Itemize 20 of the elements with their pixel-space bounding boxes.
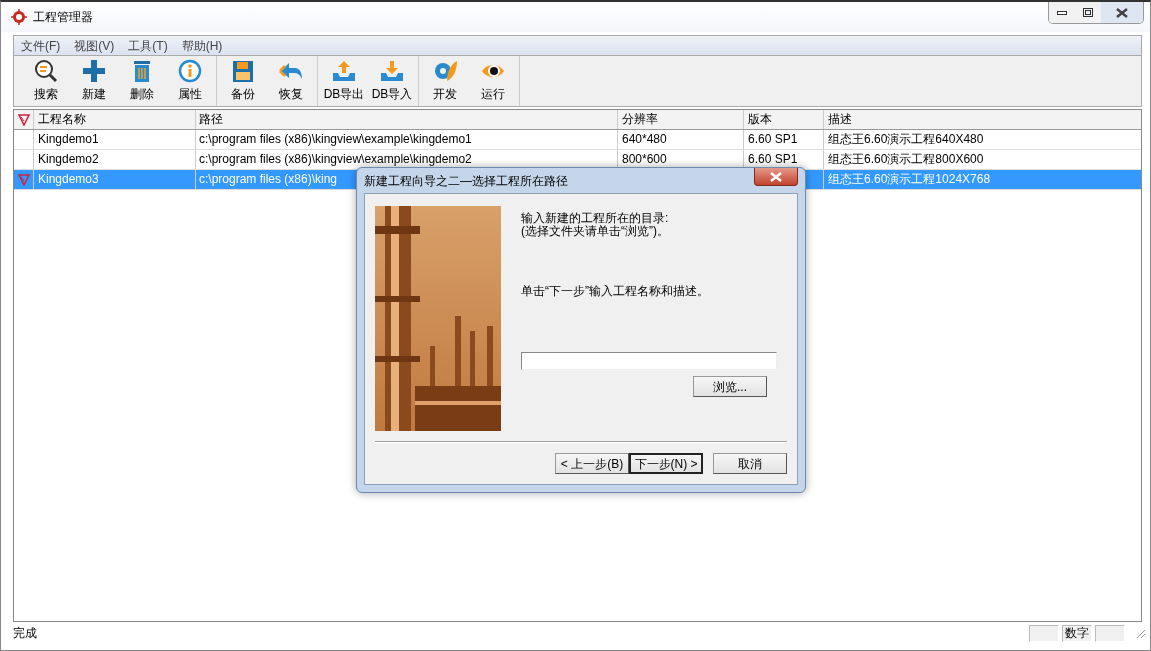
table-cell: 640*480 <box>622 132 667 146</box>
table-cell: 组态王6.60演示工程1024X768 <box>828 172 991 186</box>
table-cell: c:\program files (x86)\king <box>199 172 338 186</box>
status-text: 完成 <box>13 625 37 642</box>
status-panel: 数字 <box>1062 624 1092 642</box>
table-cell: 6.60 SP1 <box>748 132 798 146</box>
hint-text: 单击“下一步”输入工程名称和描述。 <box>521 283 710 300</box>
table-cell: 6.60 SP1 <box>748 152 798 166</box>
table-cell: c:\program files (x86)\kingview\example\kingdemo2 <box>199 152 472 166</box>
table-cell: Kingdemo1 <box>38 132 99 146</box>
dialog-title: 新建工程向导之二—选择工程所在路径 <box>364 172 568 190</box>
table-cell: Kingdemo3 <box>38 172 99 186</box>
table-cell: 组态王6.60演示工程640X480 <box>828 132 984 146</box>
table-cell: 800*600 <box>622 152 667 166</box>
prompt-text: 输入新建的工程所在的目录: <box>521 212 670 225</box>
table-cell: Kingdemo2 <box>38 152 99 166</box>
prompt-text: (选择文件夹请单击“浏览”)。 <box>521 225 670 238</box>
table-cell: c:\program files (x86)\kingview\example\kingdemo1 <box>199 132 472 146</box>
window-title: 工程管理器 <box>33 9 93 26</box>
table-cell: 组态王6.60演示工程800X600 <box>828 152 984 166</box>
